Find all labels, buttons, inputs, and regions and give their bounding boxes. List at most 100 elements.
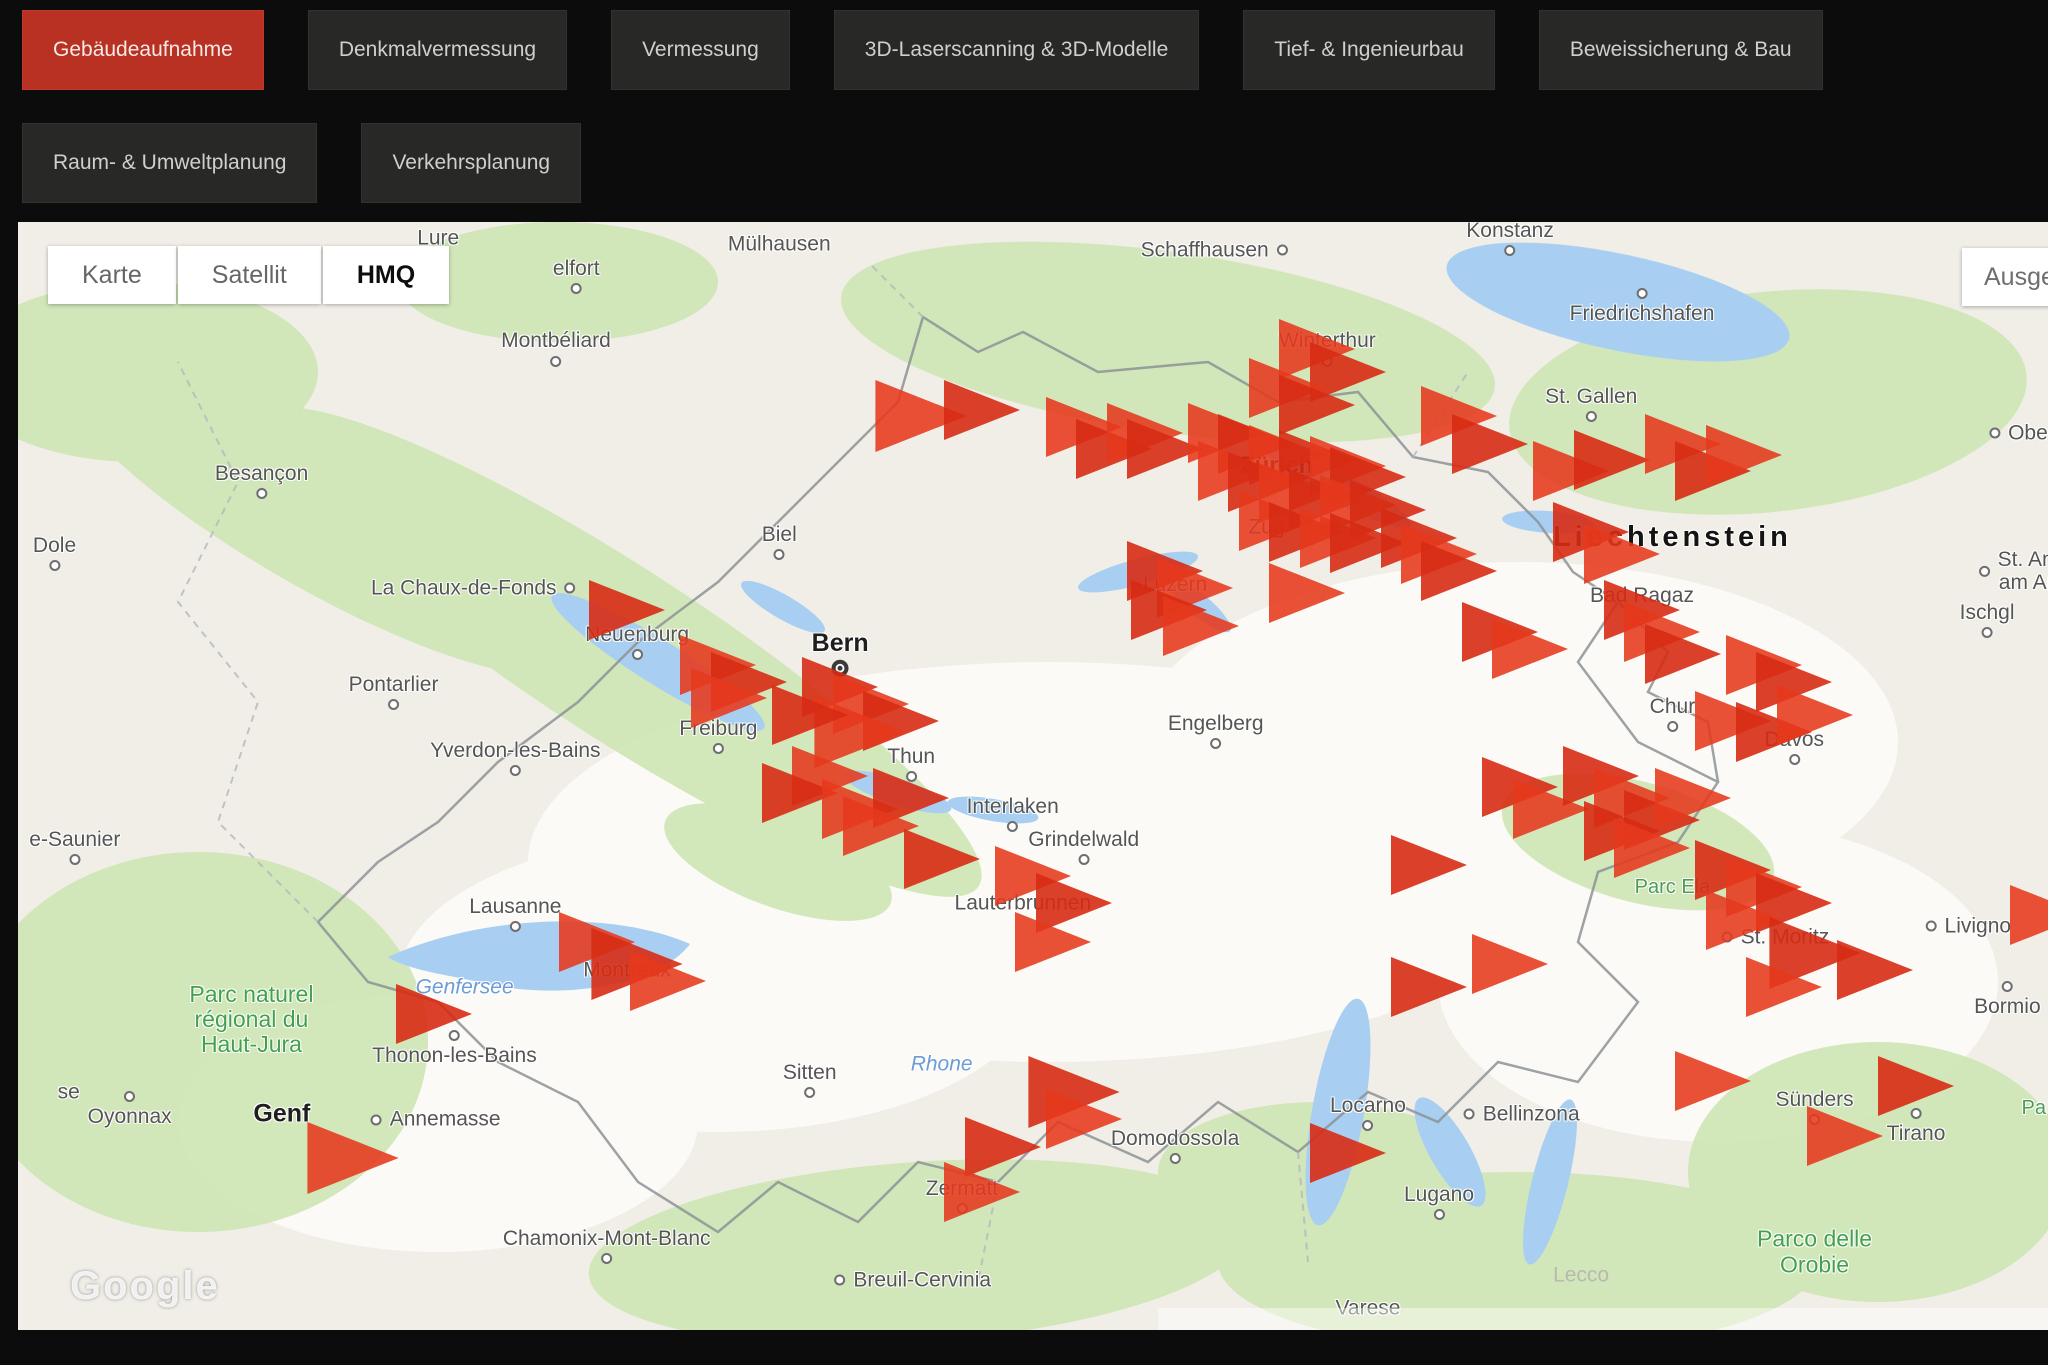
map-marker[interactable] xyxy=(944,380,1020,440)
map-label-se: se xyxy=(58,1080,80,1103)
map-marker[interactable] xyxy=(1472,934,1548,994)
map-marker[interactable] xyxy=(589,580,665,640)
map-label-text: Chur xyxy=(1650,695,1696,718)
map-marker[interactable] xyxy=(1807,1106,1883,1166)
city-dot-icon xyxy=(550,355,561,366)
map-marker[interactable] xyxy=(307,1122,398,1194)
city-dot-icon xyxy=(256,488,267,499)
tab-3d-laserscanning-3d-modelle[interactable]: 3D-Laserscanning & 3D-Modelle xyxy=(834,10,1200,90)
city-dot-icon xyxy=(1210,738,1221,749)
map-marker[interactable] xyxy=(1492,619,1568,679)
map-label-rhone: Rhone xyxy=(911,1053,973,1076)
tab-vermessung[interactable]: Vermessung xyxy=(611,10,790,90)
map-label-text: Engelberg xyxy=(1168,712,1264,735)
overlay-toggle-button[interactable]: Ausge xyxy=(1962,248,2048,306)
map-type-button-satellit[interactable]: Satellit xyxy=(178,246,321,304)
map-label-text: Oyonnax xyxy=(88,1105,172,1128)
city-dot-icon xyxy=(774,549,785,560)
map-label-text: Konstanz xyxy=(1466,222,1554,242)
city-dot-icon xyxy=(510,921,521,932)
map-label-dole: Dole xyxy=(33,534,76,574)
map-label-chur: Chur xyxy=(1650,695,1696,735)
city-dot-icon xyxy=(1989,427,2000,438)
tab-verkehrsplanung[interactable]: Verkehrsplanung xyxy=(361,123,581,203)
map-label-text: Yverdon-les-Bains xyxy=(430,739,600,762)
city-dot-icon xyxy=(510,765,521,776)
city-dot-icon xyxy=(1078,854,1089,865)
city-dot-icon xyxy=(1667,721,1678,732)
service-tab-bar: Gebäudeaufnahme Denkmalvermessung Vermessu… xyxy=(0,0,2048,222)
map-label-konstanz: Konstanz xyxy=(1466,222,1554,259)
city-dot-icon xyxy=(69,854,80,865)
tab-beweissicherung-bau[interactable]: Beweissicherung & Bau xyxy=(1539,10,1823,90)
map-label-engelberg: Engelberg xyxy=(1168,712,1264,752)
map-label-pa: Pa xyxy=(2022,1097,2046,1119)
map-label-parco-delle: Parco delleOrobie xyxy=(1757,1227,1872,1278)
map-label-schaffhausen: Schaffhausen xyxy=(1141,238,1291,261)
map-marker[interactable] xyxy=(2010,885,2048,945)
map-label-yverdon-les-bains: Yverdon-les-Bains xyxy=(430,739,600,779)
map-label-text: Domodossola xyxy=(1111,1127,1239,1150)
map-marker[interactable] xyxy=(691,668,767,728)
map-marker[interactable] xyxy=(944,1162,1020,1222)
map-marker[interactable] xyxy=(1421,541,1497,601)
map-label-text: Pa xyxy=(2022,1097,2046,1119)
map-label-text: Obers xyxy=(2008,421,2048,444)
map-label-text: se xyxy=(58,1080,80,1103)
city-dot-icon xyxy=(1007,821,1018,832)
map-label-text: Livigno xyxy=(1945,914,2012,937)
map-marker[interactable] xyxy=(1584,524,1660,584)
map-label-text: elfort xyxy=(553,257,600,280)
map-label-text: Montbéliard xyxy=(501,329,611,352)
map-marker[interactable] xyxy=(1391,835,1467,895)
map-label-sitten: Sitten xyxy=(783,1061,837,1101)
map-marker[interactable] xyxy=(1878,1056,1954,1116)
map-marker[interactable] xyxy=(1046,1089,1122,1149)
tab-denkmalvermessung[interactable]: Denkmalvermessung xyxy=(308,10,567,90)
map-label-text: Biel xyxy=(762,523,797,546)
map-marker[interactable] xyxy=(1015,912,1091,972)
map-label-text: Breuil-Cervinia xyxy=(853,1269,991,1292)
map-label-text: Parc naturelrégional duHaut-Jura xyxy=(189,982,313,1058)
city-dot-icon xyxy=(834,1275,845,1286)
map-marker[interactable] xyxy=(396,984,472,1044)
tab-raum-umweltplanung[interactable]: Raum- & Umweltplanung xyxy=(22,123,317,203)
map-marker[interactable] xyxy=(630,951,706,1011)
map-type-controls: KarteSatellitHMQ xyxy=(48,246,449,304)
map-marker[interactable] xyxy=(1614,818,1690,878)
map-marker[interactable] xyxy=(1706,425,1782,485)
map-marker[interactable] xyxy=(904,829,980,889)
map-marker[interactable] xyxy=(1746,957,1822,1017)
city-dot-icon xyxy=(804,1087,815,1098)
map-label-text: Lausanne xyxy=(469,894,561,917)
map-label-text: Mülhausen xyxy=(728,233,831,256)
map-label-st-ant: St. Antam Arl xyxy=(1976,548,2048,594)
map-marker[interactable] xyxy=(1675,1051,1751,1111)
tab-gebäudeaufnahme[interactable]: Gebäudeaufnahme xyxy=(22,10,264,90)
city-dot-icon xyxy=(388,699,399,710)
city-dot-icon xyxy=(1170,1153,1181,1164)
map-marker[interactable] xyxy=(1310,1123,1386,1183)
map-marker[interactable] xyxy=(1837,940,1913,1000)
map-marker[interactable] xyxy=(1269,563,1345,623)
map-label-text: Tirano xyxy=(1887,1122,1946,1145)
map-marker[interactable] xyxy=(1574,430,1650,490)
map-label-obers: Obers xyxy=(1986,421,2048,444)
map-label-text: Rhone xyxy=(911,1053,973,1076)
map-marker[interactable] xyxy=(1391,957,1467,1017)
map-marker[interactable] xyxy=(1163,596,1239,656)
map-type-button-hmq[interactable]: HMQ xyxy=(323,246,449,304)
map-label-text: Parco delleOrobie xyxy=(1757,1227,1872,1278)
tab-tief-ingenieurbau[interactable]: Tief- & Ingenieurbau xyxy=(1243,10,1495,90)
map-label-text: Pontarlier xyxy=(349,673,439,696)
map-type-button-karte[interactable]: Karte xyxy=(48,246,176,304)
map-marker[interactable] xyxy=(1645,624,1721,684)
google-logo[interactable]: Google xyxy=(70,1264,220,1309)
city-dot-icon xyxy=(1926,920,1937,931)
city-dot-icon xyxy=(571,283,582,294)
city-dot-icon xyxy=(1982,627,1993,638)
map-marker[interactable] xyxy=(1452,414,1528,474)
city-dot-icon xyxy=(1464,1108,1475,1119)
google-map-canvas[interactable]: KarteSatellitHMQ Ausge Google Lureelfort… xyxy=(18,222,2048,1330)
map-marker[interactable] xyxy=(1777,685,1853,745)
